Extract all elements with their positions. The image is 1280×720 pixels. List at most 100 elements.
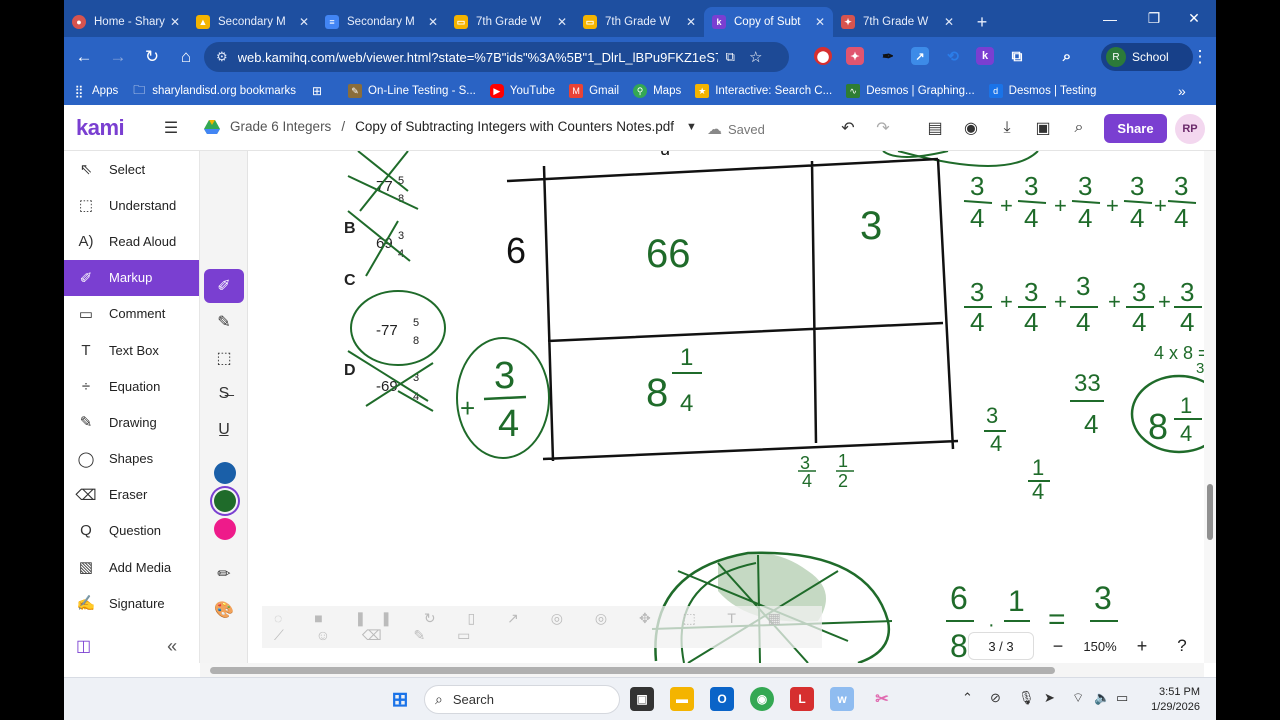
document-title[interactable]: Copy of Subtracting Integers with Counte…: [355, 119, 674, 134]
microphone-icon[interactable]: 🎙: [1018, 690, 1035, 706]
tool-equation[interactable]: ÷ Equation: [64, 368, 199, 404]
underline-marker-icon[interactable]: ✎: [204, 305, 244, 339]
document-outline-icon[interactable]: ▤: [924, 117, 946, 139]
close-icon[interactable]: ✕: [815, 15, 825, 29]
kami-logo[interactable]: kami: [76, 115, 125, 141]
menu-drawer-icon[interactable]: ☰: [160, 117, 182, 139]
chevron-down-icon[interactable]: ▼: [686, 121, 697, 133]
forward-icon[interactable]: →: [102, 41, 134, 73]
taskbar-search[interactable]: ⌕ Search: [424, 685, 620, 714]
tool-shapes[interactable]: ◯ Shapes: [64, 441, 199, 477]
tab[interactable]: ▲ Secondary M ✕: [188, 7, 317, 37]
back-icon[interactable]: ←: [68, 41, 100, 73]
tool-read-aloud[interactable]: A) Read Aloud: [64, 223, 199, 259]
extension-kami-icon[interactable]: ✦: [846, 47, 864, 65]
home-icon[interactable]: ⌂: [170, 41, 202, 73]
underline-icon[interactable]: U̲: [204, 413, 244, 447]
windows-start-icon[interactable]: ⊞: [388, 687, 412, 711]
page-indicator[interactable]: 3 / 3: [968, 632, 1034, 660]
outlook-icon[interactable]: O: [710, 687, 734, 711]
undo-icon[interactable]: ↶: [837, 117, 859, 139]
tool-add-media[interactable]: ▧ Add Media: [64, 549, 199, 585]
reload-icon[interactable]: ↻: [136, 41, 168, 73]
document-viewer[interactable]: B C D 77 5 8 69 3 4 -77 5 8 -69 3 4 6 66…: [248, 151, 1216, 663]
whiteboard-icon[interactable]: w: [830, 687, 854, 711]
extension-red-icon[interactable]: ⬤: [814, 47, 832, 65]
extension-blue-icon[interactable]: ⟲: [944, 47, 962, 65]
tab[interactable]: ✦ 7th Grade W ✕: [833, 7, 962, 37]
search-icon[interactable]: ⌕: [1068, 117, 1090, 139]
site-settings-icon[interactable]: ⚙: [216, 49, 228, 65]
address-bar[interactable]: ⚙ web.kamihq.com/web/viewer.html?state=%…: [204, 42, 789, 72]
close-icon[interactable]: ✕: [428, 15, 438, 29]
tool-question[interactable]: Q Question: [64, 513, 199, 549]
camera-off-icon[interactable]: ⊘: [990, 690, 1001, 706]
tool-text-box[interactable]: T Text Box: [64, 332, 199, 368]
color-swatch-blue[interactable]: [214, 462, 236, 484]
bookmark-desmos-testing[interactable]: d Desmos | Testing: [988, 84, 1096, 98]
help-icon[interactable]: ?: [1170, 634, 1194, 658]
tray-chevron-icon[interactable]: ⌃: [962, 690, 973, 706]
highlighter-icon[interactable]: ✐: [204, 269, 244, 303]
bookmark-testing[interactable]: ✎ On-Line Testing - S...: [348, 84, 476, 98]
bookmark-folder[interactable]: 🗀 sharylandisd.org bookmarks: [132, 83, 296, 98]
bookmark-desmos[interactable]: ∿ Desmos | Graphing...: [846, 84, 975, 98]
bookmark-maps[interactable]: ⚲ Maps: [633, 84, 681, 98]
bookmark-gmail[interactable]: M Gmail: [569, 84, 619, 98]
battery-icon[interactable]: ▭: [1116, 690, 1128, 706]
tab[interactable]: ▭ 7th Grade W ✕: [575, 7, 704, 37]
tool-select[interactable]: ⇖ Select: [64, 151, 199, 187]
browser-menu-icon[interactable]: ⋮: [1184, 41, 1216, 73]
breadcrumb-folder[interactable]: Grade 6 Integers: [230, 119, 331, 134]
new-tab-button[interactable]: +: [962, 7, 1002, 37]
clock[interactable]: 3:51 PM 1/29/2026: [1134, 685, 1200, 715]
tab-active[interactable]: k Copy of Subt ✕: [704, 7, 833, 37]
zoom-level[interactable]: 150%: [1072, 639, 1128, 654]
close-icon[interactable]: ✕: [944, 15, 954, 29]
bookmark-interactive[interactable]: ★ Interactive: Search C...: [695, 84, 832, 98]
color-swatch-pink[interactable]: [214, 518, 236, 540]
tool-drawing[interactable]: ✎ Drawing: [64, 404, 199, 440]
chrome-icon[interactable]: ◉: [750, 687, 774, 711]
download-icon[interactable]: ⤓: [996, 117, 1018, 139]
volume-icon[interactable]: 🔈: [1094, 690, 1110, 706]
extension-pen-icon[interactable]: ✒: [879, 47, 897, 65]
color-swatch-green[interactable]: [214, 490, 236, 512]
tool-markup[interactable]: ✐ Markup: [64, 259, 199, 296]
extension-arrow-icon[interactable]: ↗: [911, 47, 929, 65]
bookmark-star-icon[interactable]: ☆: [749, 48, 762, 66]
vertical-scrollbar[interactable]: [1204, 151, 1216, 663]
close-icon[interactable]: ✕: [686, 15, 696, 29]
tool-eraser[interactable]: ⌫ Eraser: [64, 477, 199, 513]
wifi-icon[interactable]: ⌔: [1072, 690, 1084, 706]
custom-color-pen-icon[interactable]: ✏: [204, 557, 244, 591]
tab[interactable]: ● Home - Shary ✕: [64, 7, 188, 37]
lanschool-icon[interactable]: L: [790, 687, 814, 711]
tab-search-icon[interactable]: ⌕: [1058, 47, 1076, 65]
snipping-tool-icon[interactable]: ✂: [870, 687, 894, 711]
restore-icon[interactable]: ❐: [1132, 0, 1176, 37]
profile-chip[interactable]: R School: [1101, 43, 1193, 71]
close-icon[interactable]: ✕: [299, 15, 309, 29]
collapse-sidebar-icon[interactable]: «: [167, 636, 177, 657]
bookmark-youtube[interactable]: ▶ YouTube: [489, 84, 555, 98]
tool-understand[interactable]: ⬚ Understand: [64, 187, 199, 223]
bookmarks-overflow-icon[interactable]: »: [1178, 83, 1186, 99]
location-icon[interactable]: ➤: [1044, 690, 1055, 706]
close-window-icon[interactable]: ✕: [1172, 0, 1216, 37]
close-icon[interactable]: ✕: [557, 15, 567, 29]
tab[interactable]: ▭ 7th Grade W ✕: [446, 7, 575, 37]
extensions-puzzle-icon[interactable]: ⧉: [1008, 47, 1026, 65]
zoom-out-button[interactable]: −: [1044, 636, 1072, 657]
redo-icon[interactable]: ↷: [872, 117, 894, 139]
scroll-thumb[interactable]: [210, 667, 1055, 674]
palette-icon[interactable]: 🎨: [204, 593, 244, 627]
tab[interactable]: ≡ Secondary M ✕: [317, 7, 446, 37]
minimize-icon[interactable]: —: [1088, 0, 1132, 37]
horizontal-scrollbar[interactable]: [200, 663, 1204, 677]
toolbox-icon[interactable]: ▣: [1032, 117, 1054, 139]
strikethrough-icon[interactable]: S̶: [204, 377, 244, 411]
area-highlight-icon[interactable]: ⬚: [204, 341, 244, 375]
layout-panels-icon[interactable]: ◫: [76, 636, 91, 656]
install-app-icon[interactable]: ⧉: [726, 49, 735, 65]
